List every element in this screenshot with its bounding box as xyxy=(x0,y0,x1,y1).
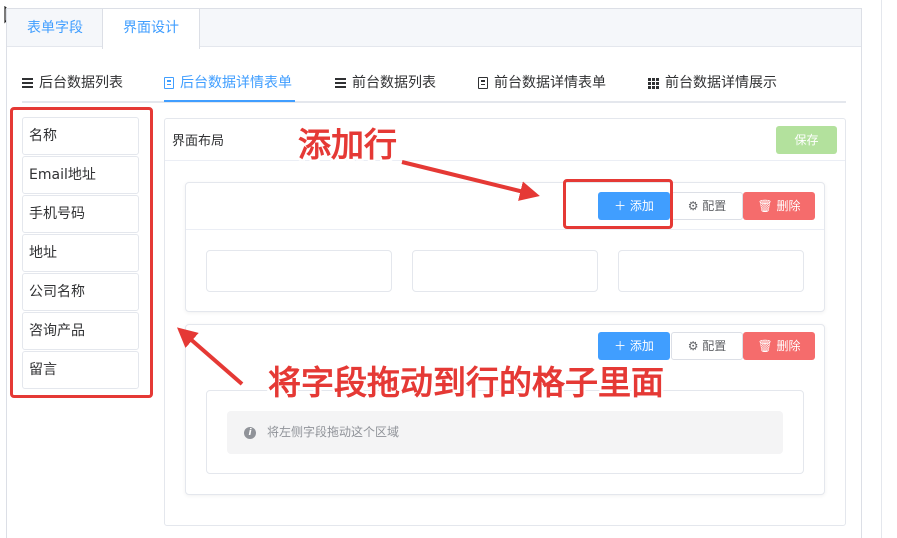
subtab-frontend-detail-view[interactable]: 前台数据详情展示 xyxy=(648,72,777,94)
subtab-frontend-detail-form[interactable]: 前台数据详情表单 xyxy=(478,72,606,94)
list-icon xyxy=(22,78,33,88)
subtab-backend-detail-form[interactable]: 后台数据详情表单 xyxy=(164,72,292,94)
subtab-underline-track xyxy=(22,101,846,103)
layout-cell[interactable] xyxy=(412,250,598,292)
subtab-label: 前台数据详情表单 xyxy=(494,75,606,91)
window-divider xyxy=(881,0,882,538)
subtab-label: 前台数据列表 xyxy=(352,75,436,91)
annotation-add-row-text: 添加行 xyxy=(298,125,397,164)
tab-ui-design[interactable]: 界面设计 xyxy=(102,9,200,49)
layout-cell[interactable] xyxy=(206,250,392,292)
annotation-add-button-highlight xyxy=(563,179,673,229)
layout-panel-title: 界面布局 xyxy=(172,134,225,149)
trash-icon: 🗑 xyxy=(757,339,773,353)
tab-form-fields[interactable]: 表单字段 xyxy=(7,9,103,48)
delete-row-button[interactable]: 🗑 删除 xyxy=(743,192,815,220)
subtab-label: 前台数据详情展示 xyxy=(665,75,777,91)
layout-cell[interactable] xyxy=(618,250,804,292)
empty-dropzone-hint: 将左侧字段拖动这个区域 xyxy=(227,411,783,454)
subtab-frontend-list[interactable]: 前台数据列表 xyxy=(335,72,436,94)
subtab-label: 后台数据详情表单 xyxy=(180,75,292,91)
gear-icon: ⚙ xyxy=(687,339,699,353)
info-icon: i xyxy=(244,427,256,439)
trash-icon: 🗑 xyxy=(757,199,773,213)
annotation-field-list-highlight xyxy=(10,107,153,398)
list-icon xyxy=(335,78,346,88)
document-icon xyxy=(478,77,488,89)
subtab-backend-list[interactable]: 后台数据列表 xyxy=(22,72,123,94)
annotation-drag-hint-text: 将字段拖动到行的格子里面 xyxy=(268,363,664,402)
delete-row-button[interactable]: 🗑 删除 xyxy=(743,332,815,360)
grid-icon xyxy=(648,77,659,89)
active-subtab-indicator xyxy=(164,100,295,102)
plus-icon: ＋ xyxy=(614,339,627,353)
subtab-label: 后台数据列表 xyxy=(39,75,123,91)
save-button[interactable]: 保存 xyxy=(776,126,837,154)
config-row-button[interactable]: ⚙ 配置 xyxy=(671,332,743,360)
document-icon xyxy=(164,77,174,89)
config-row-button[interactable]: ⚙ 配置 xyxy=(671,192,743,220)
panel-header-divider xyxy=(165,160,845,161)
gear-icon: ⚙ xyxy=(687,199,699,213)
row-header-divider xyxy=(186,229,824,230)
